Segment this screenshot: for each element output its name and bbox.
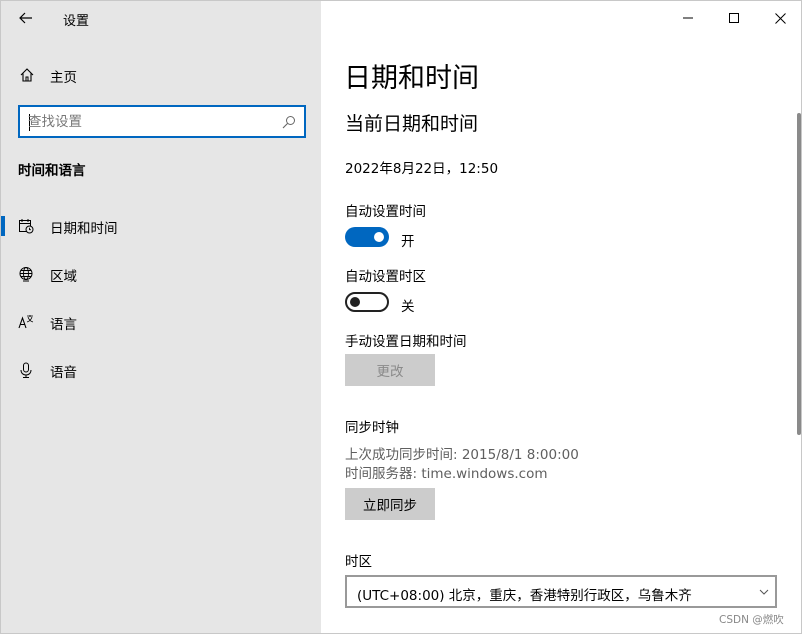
toggle-knob	[374, 232, 384, 242]
sidebar-item-date-time[interactable]: 日期和时间	[1, 206, 321, 246]
scrollbar[interactable]	[797, 113, 801, 435]
auto-time-state: 开	[401, 234, 415, 250]
time-server-text: 时间服务器: time.windows.com	[345, 466, 548, 482]
sidebar-item-label: 语音	[50, 365, 77, 381]
minimize-button[interactable]	[665, 1, 711, 35]
section-title: 时间和语言	[18, 163, 86, 179]
home-nav-item[interactable]: 主页	[1, 59, 321, 91]
selected-indicator	[1, 216, 5, 236]
sync-now-button[interactable]: 立即同步	[345, 488, 435, 520]
back-button[interactable]	[11, 5, 41, 31]
minimize-icon	[683, 17, 693, 19]
close-icon	[774, 12, 786, 24]
auto-time-toggle[interactable]	[345, 227, 389, 247]
sidebar-item-label: 语言	[50, 317, 77, 333]
sidebar-item-label: 日期和时间	[50, 221, 118, 237]
chevron-down-icon	[759, 589, 769, 595]
toggle-knob	[350, 297, 360, 307]
close-button[interactable]	[757, 1, 801, 35]
home-label: 主页	[50, 70, 77, 86]
sidebar-item-region[interactable]: 区域	[1, 254, 321, 294]
maximize-icon	[729, 13, 739, 23]
search-icon[interactable]	[282, 115, 296, 129]
sidebar-item-language[interactable]: 语言	[1, 302, 321, 342]
auto-time-label: 自动设置时间	[345, 204, 426, 220]
sidebar-item-label: 区域	[50, 269, 77, 285]
timezone-label: 时区	[345, 554, 372, 570]
sync-clock-label: 同步时钟	[345, 420, 399, 436]
manual-datetime-label: 手动设置日期和时间	[345, 334, 467, 350]
title-bar: 设置	[1, 1, 321, 35]
language-icon	[18, 315, 34, 329]
last-sync-text: 上次成功同步时间: 2015/8/1 8:00:00	[345, 447, 579, 463]
sidebar-item-speech[interactable]: 语音	[1, 350, 321, 390]
auto-timezone-toggle[interactable]	[345, 292, 389, 312]
watermark: CSDN @燃吹	[719, 614, 784, 626]
timezone-value: (UTC+08:00) 北京，重庆，香港特别行政区，乌鲁木齐	[357, 588, 692, 604]
calendar-clock-icon	[19, 219, 34, 234]
globe-icon	[19, 267, 33, 282]
home-icon	[20, 68, 34, 82]
maximize-button[interactable]	[711, 1, 757, 35]
page-title: 日期和时间	[344, 63, 479, 94]
app-title: 设置	[63, 14, 90, 29]
timezone-dropdown[interactable]: (UTC+08:00) 北京，重庆，香港特别行政区，乌鲁木齐	[345, 575, 777, 608]
search-input[interactable]	[28, 112, 278, 132]
change-button[interactable]: 更改	[345, 354, 435, 386]
section-heading: 当前日期和时间	[345, 113, 479, 135]
auto-timezone-label: 自动设置时区	[345, 269, 426, 285]
arrow-left-icon	[19, 12, 32, 24]
auto-timezone-state: 关	[401, 299, 415, 315]
search-box[interactable]	[18, 105, 306, 138]
settings-window: 设置 主页 时间和语言 日期和	[0, 0, 802, 634]
current-datetime: 2022年8月22日，12:50	[345, 161, 499, 177]
microphone-icon	[20, 362, 32, 378]
main-content: 日期和时间 当前日期和时间 2022年8月22日，12:50 自动设置时间 开 …	[321, 1, 801, 633]
sidebar: 设置 主页 时间和语言 日期和	[1, 1, 321, 633]
